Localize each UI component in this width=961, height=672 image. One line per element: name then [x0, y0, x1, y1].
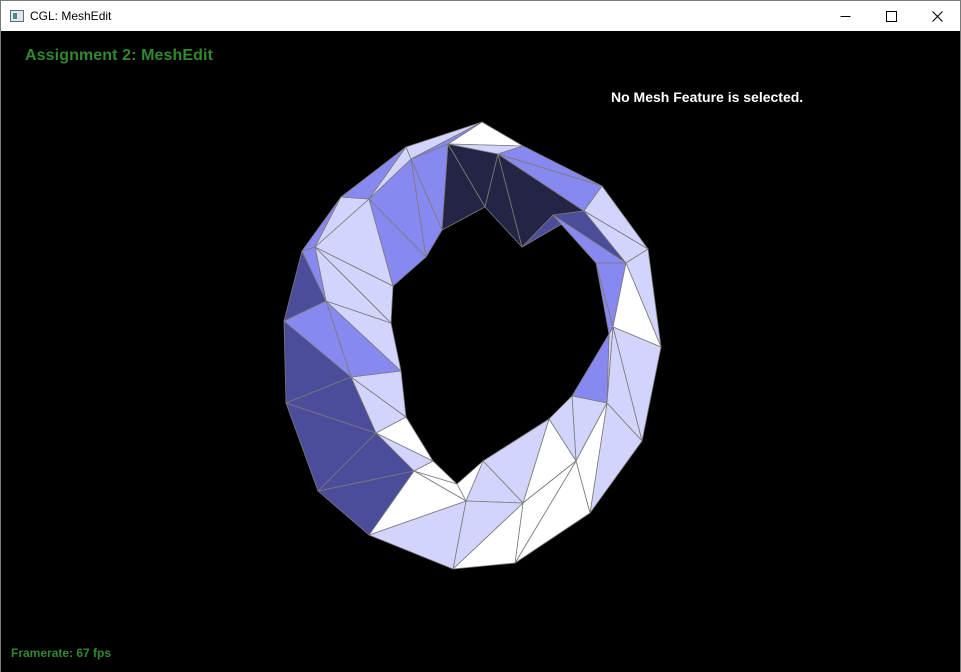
maximize-button[interactable] — [868, 1, 914, 31]
minimize-icon — [840, 15, 850, 17]
close-button[interactable] — [914, 1, 960, 31]
window-title: CGL: MeshEdit — [30, 9, 112, 23]
mesh-face[interactable] — [571, 333, 610, 404]
selection-status: No Mesh Feature is selected. — [611, 89, 804, 105]
app-window: CGL: MeshEdit Assignment 2: MeshEdit No … — [0, 0, 961, 672]
app-icon — [10, 10, 24, 22]
close-icon — [931, 10, 943, 22]
window-controls — [822, 1, 960, 31]
torus-mesh[interactable] — [1, 31, 960, 672]
assignment-title: Assignment 2: MeshEdit — [25, 47, 214, 64]
opengl-viewport[interactable]: Assignment 2: MeshEdit No Mesh Feature i… — [1, 31, 960, 672]
framerate-readout: Framerate: 67 fps — [11, 646, 112, 660]
title-bar[interactable]: CGL: MeshEdit — [1, 1, 960, 31]
minimize-button[interactable] — [822, 1, 868, 31]
maximize-icon — [885, 10, 897, 22]
